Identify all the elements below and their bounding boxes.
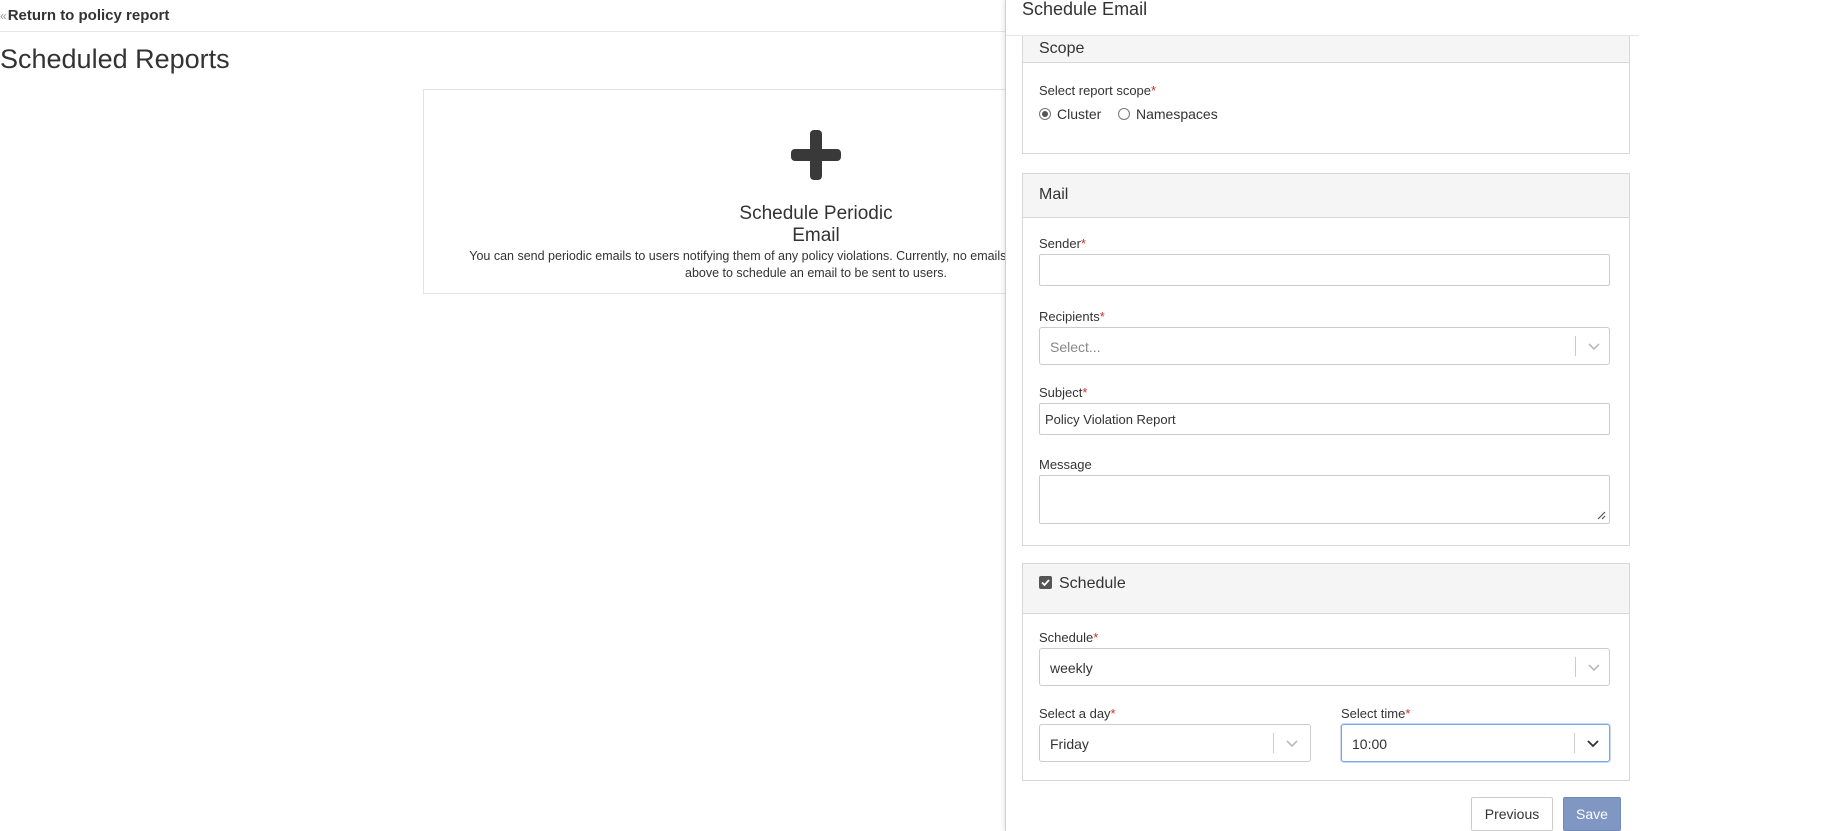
save-button[interactable]: Save bbox=[1563, 797, 1621, 831]
time-value: 10:00 bbox=[1352, 736, 1388, 752]
select-separator bbox=[1574, 733, 1575, 753]
subject-input[interactable]: Policy Violation Report bbox=[1039, 403, 1610, 435]
return-link-label: Return to policy report bbox=[7, 7, 170, 24]
recipients-label: Recipients* bbox=[1039, 309, 1105, 324]
select-separator bbox=[1575, 336, 1576, 356]
sender-input[interactable] bbox=[1039, 254, 1610, 286]
day-value: Friday bbox=[1050, 736, 1089, 752]
radio-checked-icon[interactable] bbox=[1039, 108, 1051, 120]
schedule-email-drawer: Schedule Email Scope Select report scope… bbox=[1005, 0, 1639, 831]
chevron-down-icon[interactable] bbox=[1285, 736, 1299, 750]
recipients-placeholder: Select... bbox=[1050, 339, 1101, 355]
scope-option-cluster-label: Cluster bbox=[1057, 106, 1102, 122]
message-label: Message bbox=[1039, 457, 1092, 472]
time-select[interactable]: 10:00 bbox=[1341, 724, 1610, 762]
chevron-down-icon[interactable] bbox=[1586, 736, 1600, 750]
select-separator bbox=[1575, 657, 1576, 677]
recipients-select[interactable]: Select... bbox=[1039, 327, 1610, 365]
schedule-email-card[interactable]: Schedule Periodic Email You can send per… bbox=[423, 89, 1065, 294]
scope-option-cluster[interactable]: Cluster bbox=[1039, 106, 1101, 122]
chevron-down-icon[interactable] bbox=[1587, 660, 1601, 674]
scope-option-namespaces[interactable]: Namespaces bbox=[1118, 106, 1218, 122]
schedule-checkbox[interactable] bbox=[1039, 576, 1052, 589]
previous-button[interactable]: Previous bbox=[1471, 797, 1553, 831]
resize-handle-icon[interactable] bbox=[1596, 510, 1606, 520]
checkmark-icon bbox=[1041, 579, 1050, 587]
subject-label: Subject* bbox=[1039, 385, 1088, 400]
schedule-value: weekly bbox=[1050, 660, 1093, 676]
drawer-header: Schedule Email bbox=[1006, 0, 1639, 36]
mail-header-text: Mail bbox=[1039, 186, 1069, 203]
scope-label: Select report scope* bbox=[1039, 83, 1157, 98]
day-select[interactable]: Friday bbox=[1039, 724, 1311, 762]
page-title: Scheduled Reports bbox=[0, 44, 230, 74]
scope-panel: Scope Select report scope* Cluster Names… bbox=[1022, 18, 1630, 154]
plus-icon[interactable] bbox=[791, 130, 841, 180]
top-bar: « Return to policy report bbox=[0, 0, 1005, 32]
chevron-down-icon[interactable] bbox=[1587, 339, 1601, 353]
schedule-select[interactable]: weekly bbox=[1039, 648, 1610, 686]
double-chevron-left-icon: « bbox=[0, 8, 7, 23]
return-link[interactable]: « Return to policy report bbox=[0, 7, 169, 24]
scope-option-namespaces-label: Namespaces bbox=[1136, 106, 1218, 122]
sender-label: Sender* bbox=[1039, 236, 1086, 251]
time-label: Select time* bbox=[1341, 706, 1411, 721]
day-label: Select a day* bbox=[1039, 706, 1116, 721]
schedule-panel-header: Schedule bbox=[1023, 564, 1629, 614]
schedule-label: Schedule* bbox=[1039, 630, 1099, 645]
card-description: You can send periodic emails to users no… bbox=[469, 249, 1064, 280]
scope-header-text: Scope bbox=[1039, 40, 1085, 57]
mail-panel: Mail Sender* Recipients* Select... Subje… bbox=[1022, 173, 1630, 546]
schedule-panel: Schedule Schedule* weekly Select a day* … bbox=[1022, 563, 1630, 781]
schedule-header-text: Schedule bbox=[1059, 575, 1126, 592]
message-textarea[interactable] bbox=[1039, 475, 1610, 524]
select-separator bbox=[1273, 733, 1274, 753]
card-title: Schedule Periodic Email bbox=[739, 203, 893, 246]
drawer-title: Schedule Email bbox=[1022, 0, 1148, 19]
radio-unchecked-icon[interactable] bbox=[1118, 108, 1130, 120]
mail-panel-header: Mail bbox=[1023, 174, 1629, 218]
